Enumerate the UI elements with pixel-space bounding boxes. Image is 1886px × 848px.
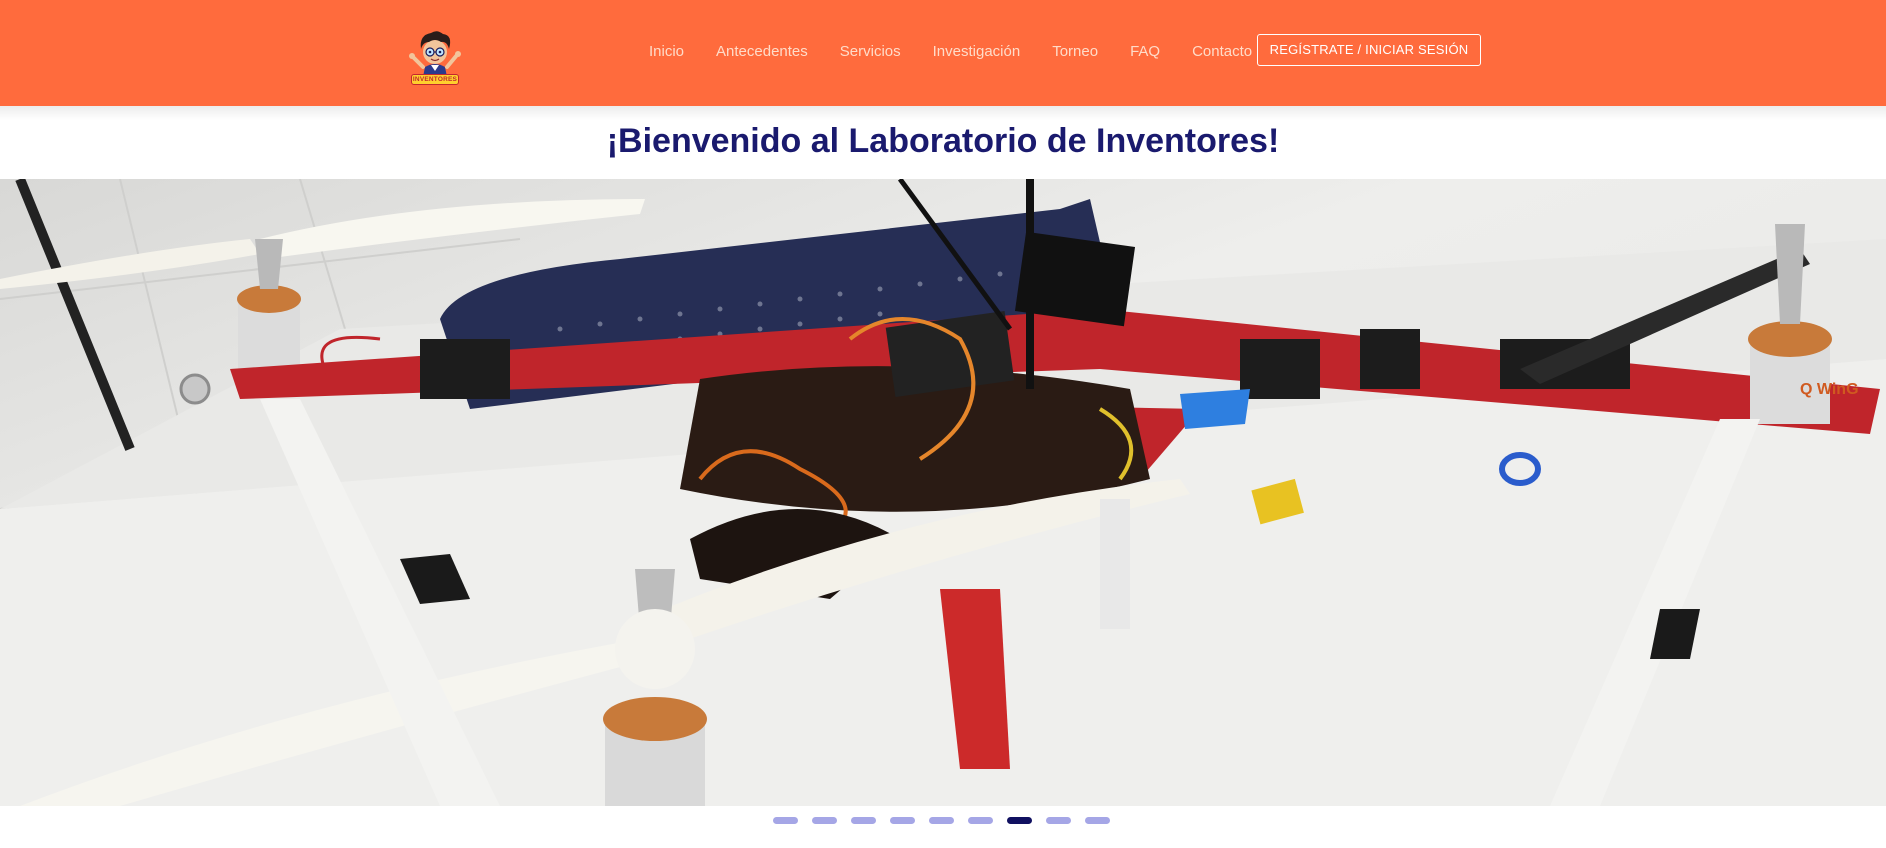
nav-inicio[interactable]: Inicio xyxy=(649,43,684,61)
carousel-dot[interactable] xyxy=(812,817,837,824)
svg-text:Q WinG: Q WinG xyxy=(1800,381,1859,398)
carousel-dot[interactable] xyxy=(968,817,993,824)
carousel-dot[interactable] xyxy=(890,817,915,824)
carousel-indicators xyxy=(773,817,1124,824)
carousel-dot-active[interactable] xyxy=(1007,817,1032,824)
carousel-slide[interactable]: Q WinG xyxy=(0,179,1886,806)
register-login-button[interactable]: REGÍSTRATE / INICIAR SESIÓN xyxy=(1257,34,1481,66)
page-title: ¡Bienvenido al Laboratorio de Inventores… xyxy=(606,122,1280,160)
nav-torneo[interactable]: Torneo xyxy=(1052,43,1098,61)
nav-servicios[interactable]: Servicios xyxy=(840,43,901,61)
nav-antecedentes[interactable]: Antecedentes xyxy=(716,43,808,61)
carousel-dot[interactable] xyxy=(851,817,876,824)
drone-photo: Q WinG xyxy=(0,179,1886,806)
nav-faq[interactable]: FAQ xyxy=(1130,43,1160,61)
logo-label: INVENTORES xyxy=(411,74,459,85)
nav-investigacion[interactable]: Investigación xyxy=(933,43,1021,61)
nav-contacto[interactable]: Contacto xyxy=(1192,43,1252,61)
site-header: INVENTORES Inicio Antecedentes Servicios… xyxy=(0,0,1886,106)
inventores-logo[interactable]: INVENTORES xyxy=(403,27,467,85)
title-band: ¡Bienvenido al Laboratorio de Inventores… xyxy=(0,106,1886,179)
carousel-dot[interactable] xyxy=(1046,817,1071,824)
carousel-dot[interactable] xyxy=(929,817,954,824)
main-nav: Inicio Antecedentes Servicios Investigac… xyxy=(649,43,1284,61)
carousel-dot[interactable] xyxy=(773,817,798,824)
carousel-dot[interactable] xyxy=(1085,817,1110,824)
